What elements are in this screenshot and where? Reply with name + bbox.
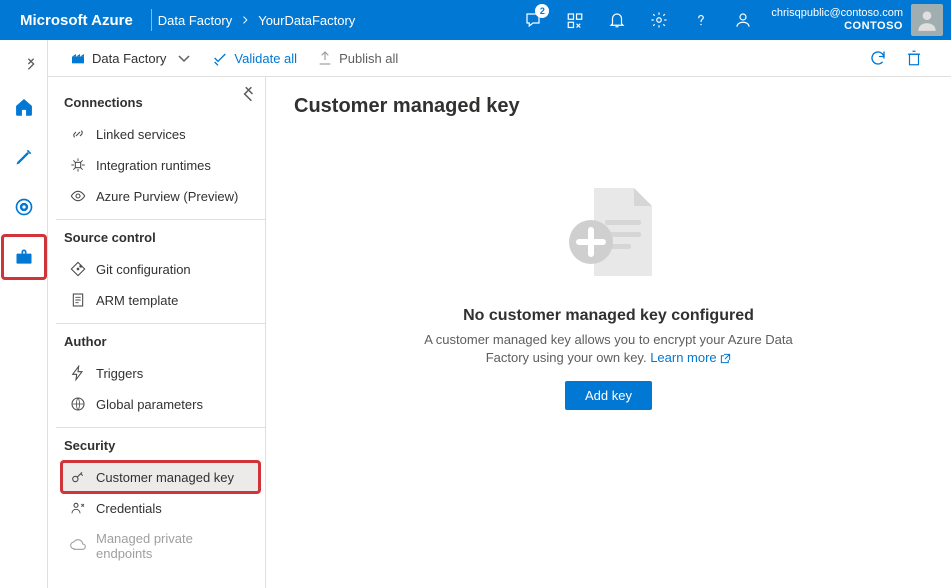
external-link-icon	[720, 353, 731, 364]
chat-icon[interactable]: 2	[513, 0, 553, 40]
account-org: CONTOSO	[844, 20, 903, 33]
left-rail	[0, 40, 48, 588]
nav-label: Triggers	[96, 366, 143, 381]
nav-triggers[interactable]: Triggers	[62, 358, 259, 388]
header-divider	[151, 9, 152, 31]
gear-icon[interactable]	[639, 0, 679, 40]
account-email: chrisqpublic@contoso.com	[771, 7, 903, 20]
publish-label: Publish all	[339, 51, 398, 66]
factory-icon	[70, 50, 86, 66]
empty-illustration-icon	[539, 178, 679, 293]
nav-integration-runtimes[interactable]: Integration runtimes	[62, 150, 259, 180]
section-connections: Connections	[56, 89, 265, 118]
factory-toolbar: Data Factory Validate all Publish all	[48, 40, 951, 76]
nav-global-parameters[interactable]: Global parameters	[62, 389, 259, 419]
empty-title: No customer managed key configured	[463, 307, 754, 325]
factory-switcher[interactable]: Data Factory	[60, 50, 202, 66]
nav-purview[interactable]: Azure Purview (Preview)	[62, 181, 259, 211]
header-icons: 2	[513, 0, 763, 40]
brand[interactable]: Microsoft Azure	[8, 12, 145, 29]
global-header: Microsoft Azure Data Factory YourDataFac…	[0, 0, 951, 40]
refresh-icon[interactable]	[867, 47, 889, 69]
add-key-button[interactable]: Add key	[565, 381, 652, 410]
breadcrumb: Data Factory YourDataFactory	[158, 13, 356, 28]
nav-label: Credentials	[96, 501, 162, 516]
empty-desc-text: A customer managed key allows you to enc…	[424, 332, 793, 365]
learn-more-link[interactable]: Learn more	[650, 350, 731, 365]
help-icon[interactable]	[681, 0, 721, 40]
nav-arm-template[interactable]: ARM template	[62, 285, 259, 315]
detail-pane: Customer managed key No cust	[266, 77, 951, 588]
validate-all-button[interactable]: Validate all	[202, 50, 307, 66]
directory-icon[interactable]	[555, 0, 595, 40]
nav-label: Linked services	[96, 127, 186, 142]
validate-label: Validate all	[234, 51, 297, 66]
publish-icon	[317, 50, 333, 66]
check-icon	[212, 50, 228, 66]
rail-monitor[interactable]	[3, 186, 45, 228]
nav-credentials[interactable]: Credentials	[62, 493, 259, 523]
nav-label: Global parameters	[96, 397, 203, 412]
section-source-control: Source control	[56, 219, 265, 253]
publish-all-button[interactable]: Publish all	[307, 50, 408, 66]
breadcrumb-resource[interactable]: YourDataFactory	[258, 13, 355, 28]
section-author: Author	[56, 323, 265, 357]
nav-managed-private-endpoints: Managed private endpoints	[62, 524, 259, 568]
chevron-down-icon	[176, 50, 192, 66]
rail-author[interactable]	[3, 136, 45, 178]
empty-state: No customer managed key configured A cus…	[294, 178, 923, 410]
sidepanel-collapse-icon[interactable]	[239, 85, 257, 103]
factory-label: Data Factory	[92, 51, 166, 66]
bell-icon[interactable]	[597, 0, 637, 40]
nav-label: Azure Purview (Preview)	[96, 189, 238, 204]
discard-icon[interactable]	[903, 47, 925, 69]
rail-expand-icon[interactable]	[0, 46, 48, 82]
feedback-icon[interactable]	[723, 0, 763, 40]
rail-home[interactable]	[3, 86, 45, 128]
nav-label: Customer managed key	[96, 470, 234, 485]
rail-manage[interactable]	[3, 236, 45, 278]
nav-linked-services[interactable]: Linked services	[62, 119, 259, 149]
nav-label: Managed private endpoints	[96, 531, 251, 561]
notification-badge: 2	[535, 4, 549, 18]
breadcrumb-service[interactable]: Data Factory	[158, 13, 232, 28]
nav-label: Integration runtimes	[96, 158, 211, 173]
account-block[interactable]: chrisqpublic@contoso.com CONTOSO	[763, 7, 911, 33]
chevron-right-icon	[240, 15, 250, 25]
nav-customer-managed-key[interactable]: Customer managed key	[62, 462, 259, 492]
nav-label: ARM template	[96, 293, 178, 308]
page-title: Customer managed key	[294, 95, 923, 118]
section-security: Security	[56, 427, 265, 461]
empty-description: A customer managed key allows you to enc…	[419, 331, 799, 367]
avatar[interactable]	[911, 4, 943, 36]
nav-git-config[interactable]: Git configuration	[62, 254, 259, 284]
manage-sidepanel: Connections Linked services Integration …	[48, 77, 266, 588]
nav-label: Git configuration	[96, 262, 191, 277]
